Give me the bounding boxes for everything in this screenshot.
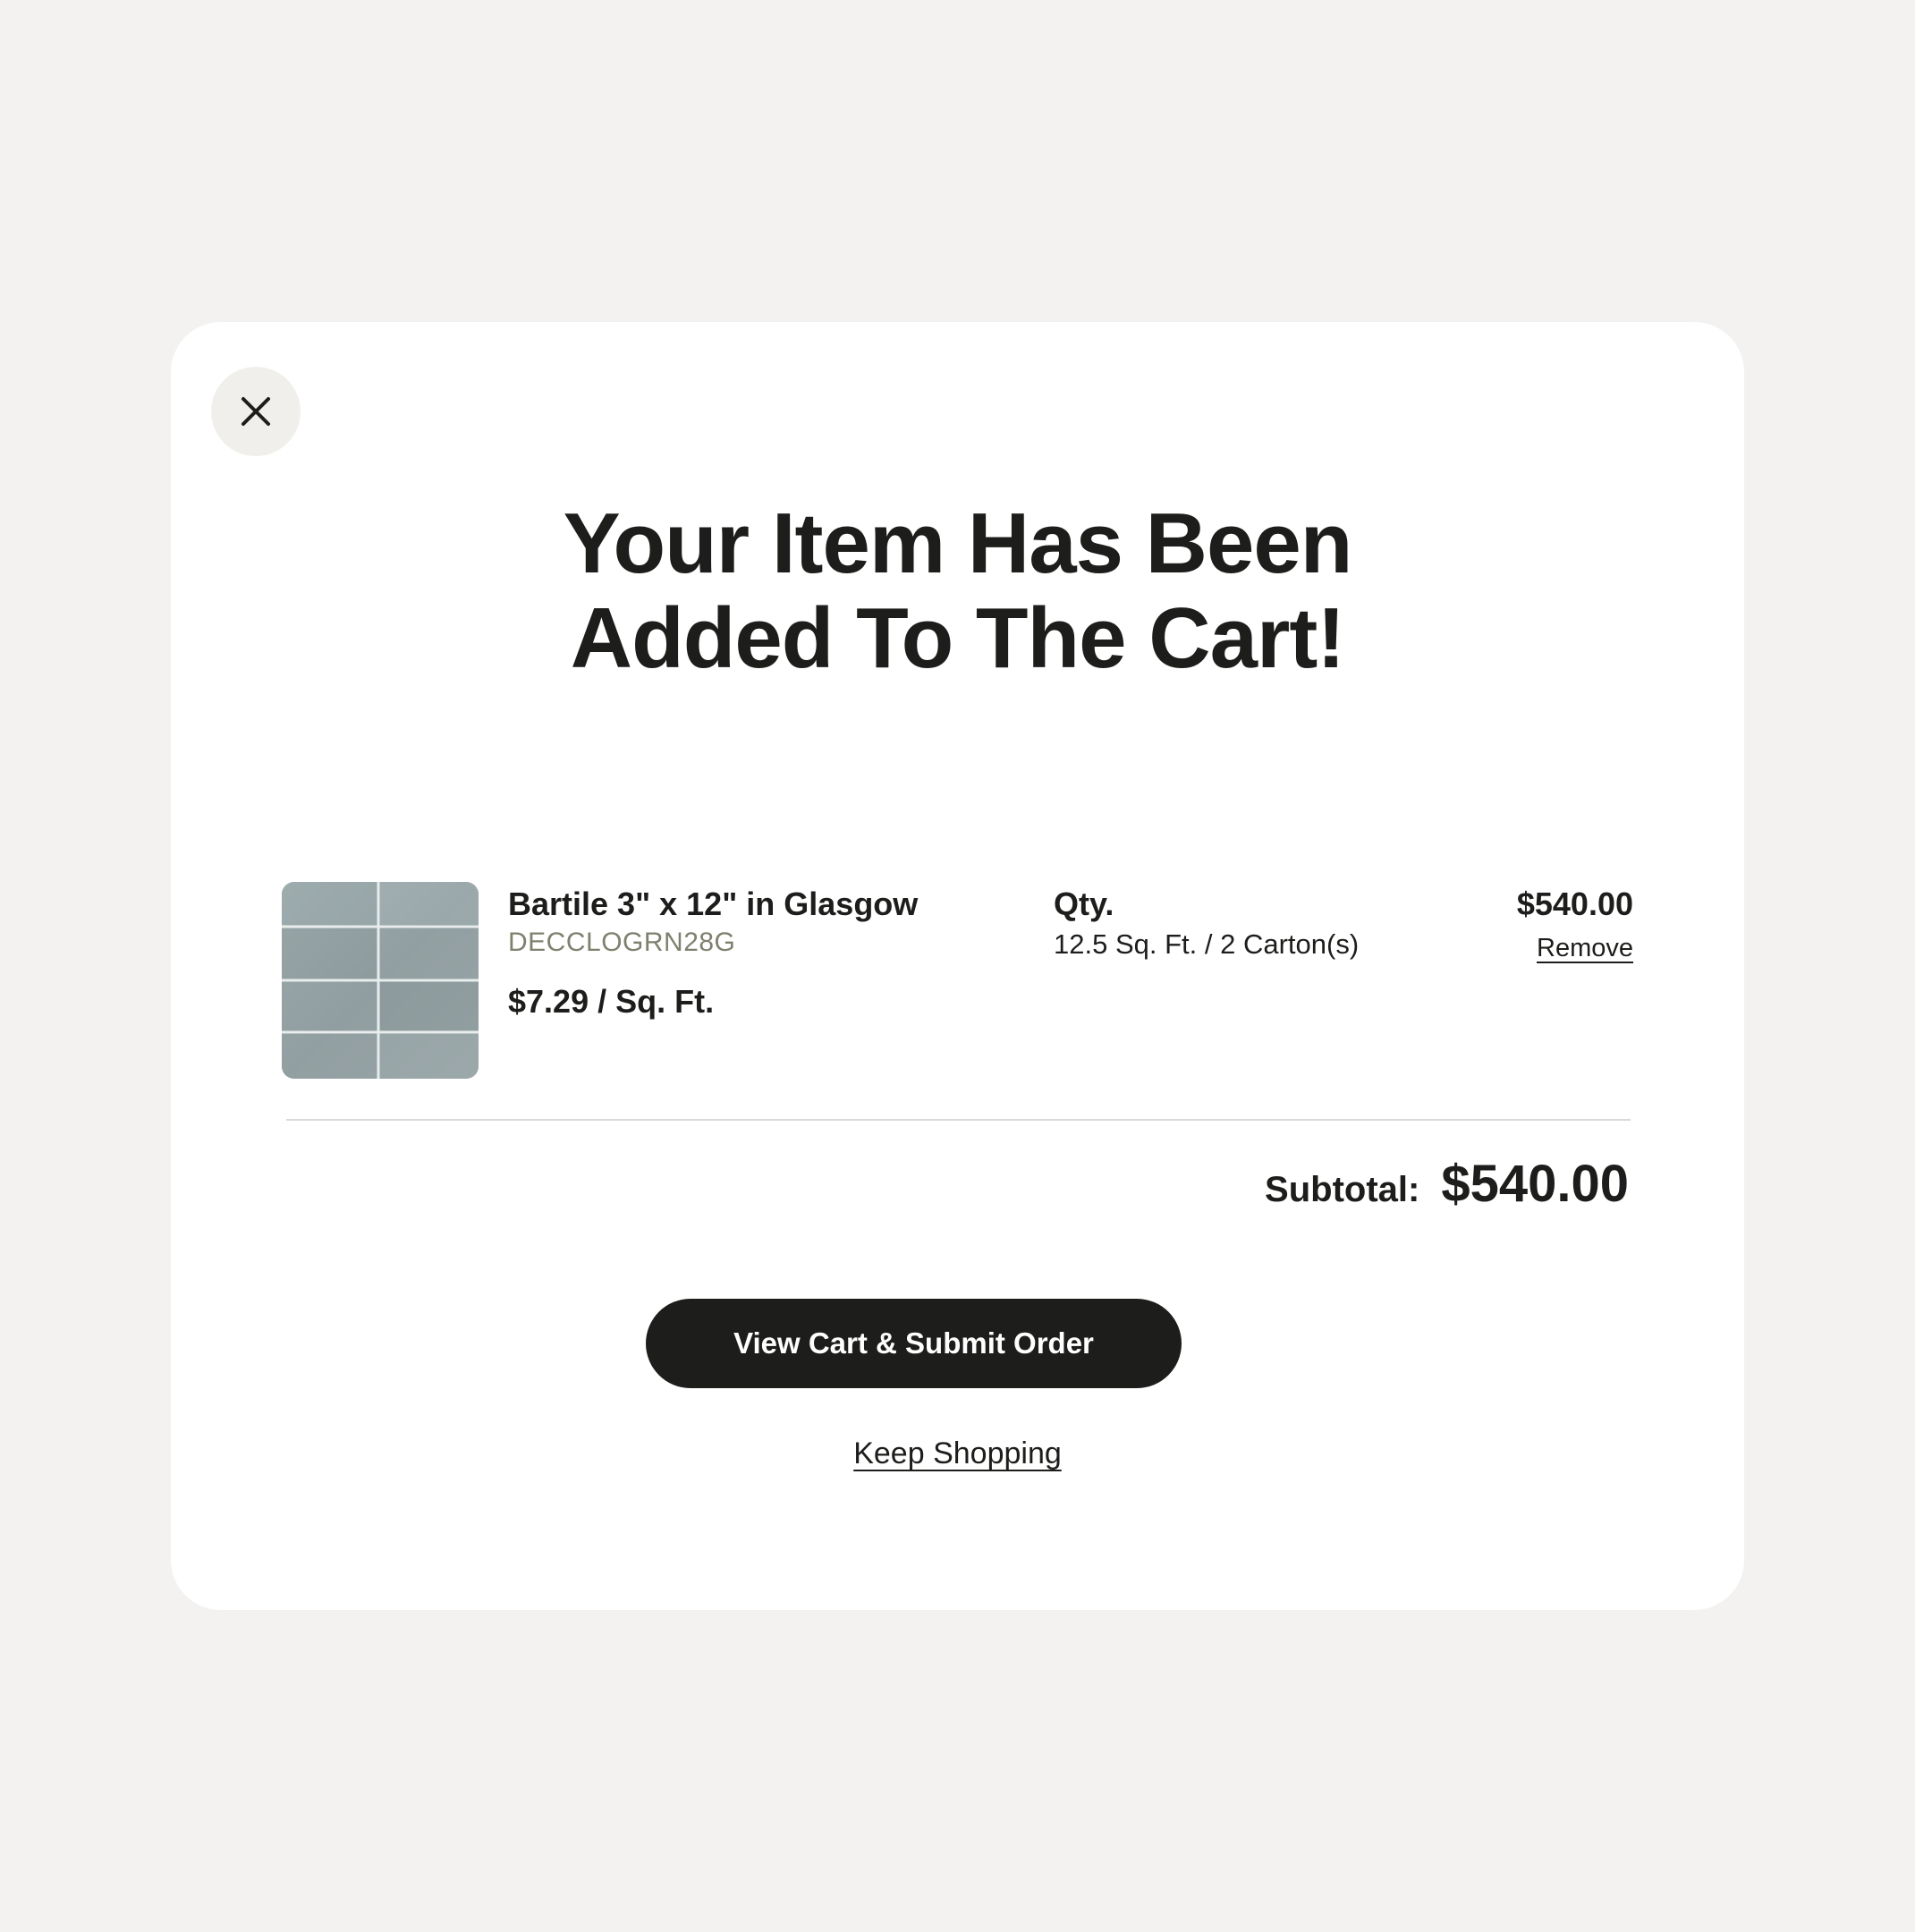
remove-item-link[interactable]: Remove: [1537, 934, 1633, 963]
modal-title-line-2: Added To The Cart!: [570, 590, 1346, 686]
keep-shopping-link[interactable]: Keep Shopping: [853, 1436, 1062, 1470]
cart-line-item: Bartile 3" x 12" in Glasgow DECCLOGRN28G…: [282, 882, 1633, 1079]
view-cart-submit-order-button[interactable]: View Cart & Submit Order: [646, 1299, 1182, 1388]
modal-title: Your Item Has Been Added To The Cart!: [171, 496, 1744, 686]
line-item-total: $540.00: [1516, 886, 1633, 922]
quantity-value: 12.5 Sq. Ft. / 2 Carton(s): [1054, 928, 1360, 960]
tile-swatch-image: [282, 882, 479, 1079]
subtotal-amount: $540.00: [1441, 1155, 1629, 1213]
keep-shopping-row: Keep Shopping: [171, 1436, 1744, 1471]
close-icon: [241, 397, 270, 426]
modal-title-line-1: Your Item Has Been: [563, 496, 1353, 591]
product-sku: DECCLOGRN28G: [508, 928, 736, 957]
divider: [286, 1119, 1631, 1121]
subtotal-row: Subtotal: $540.00: [1265, 1154, 1629, 1214]
product-name[interactable]: Bartile 3" x 12" in Glasgow: [508, 886, 918, 923]
quantity-label: Qty.: [1054, 886, 1114, 922]
product-thumbnail[interactable]: [282, 882, 479, 1079]
close-button[interactable]: [211, 367, 301, 456]
subtotal-label: Subtotal:: [1265, 1170, 1420, 1209]
add-to-cart-modal: Your Item Has Been Added To The Cart! Ba…: [171, 322, 1744, 1610]
product-unit-price: $7.29 / Sq. Ft.: [508, 983, 715, 1020]
